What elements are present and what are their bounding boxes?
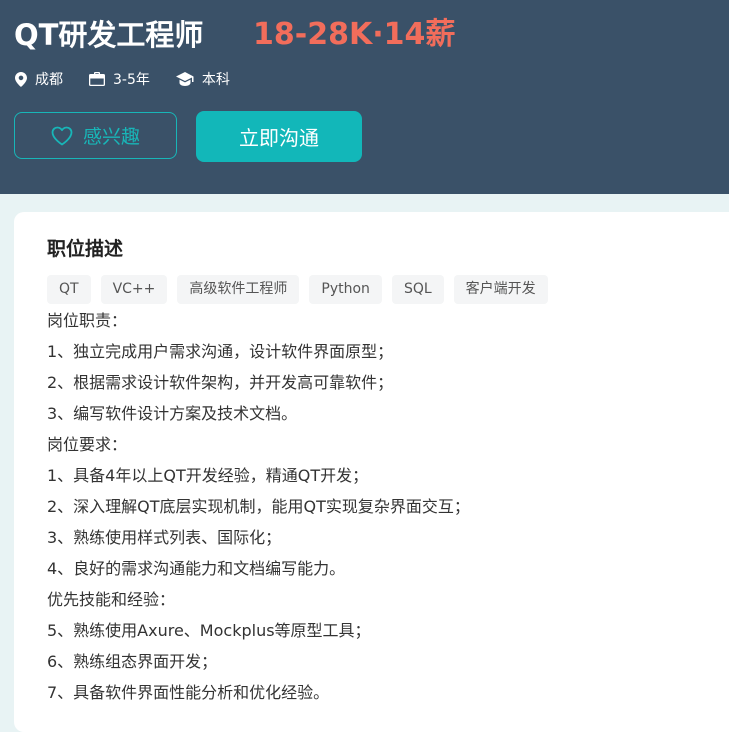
skill-tag: VC++	[100, 275, 168, 304]
heart-outline-icon	[51, 126, 73, 145]
job-meta: 成都 3-5年 本科	[15, 68, 256, 90]
description-line: 7、具备软件界面性能分析和优化经验。	[47, 683, 330, 702]
education-meta: 本科	[175, 69, 230, 89]
description-line: 岗位职责：	[47, 311, 128, 330]
chat-now-button-label: 立即沟通	[239, 126, 319, 150]
skill-tag: 客户端开发	[453, 275, 548, 304]
description-line: 6、熟练组态界面开发；	[47, 652, 218, 671]
description-line: 1、独立完成用户需求沟通，设计软件界面原型；	[47, 342, 394, 361]
interest-button[interactable]: 感兴趣	[14, 112, 177, 159]
education-text: 本科	[201, 72, 230, 88]
interest-button-label: 感兴趣	[82, 126, 140, 148]
location-meta: 成都	[15, 69, 63, 89]
job-title: QT研发工程师	[14, 18, 204, 52]
skill-tag: Python	[309, 275, 382, 304]
experience-text: 3-5年	[113, 72, 150, 88]
description-line: 3、熟练使用样式列表、国际化；	[47, 528, 282, 547]
skill-tag: 高级软件工程师	[177, 275, 300, 304]
description-line: 岗位要求：	[47, 435, 128, 454]
skill-tag: SQL	[391, 275, 444, 304]
description-line: 5、熟练使用Axure、Mockplus等原型工具；	[47, 621, 371, 640]
description-body: 岗位职责： 1、独立完成用户需求沟通，设计软件界面原型； 2、根据需求设计软件架…	[47, 309, 707, 712]
description-line: 优先技能和经验：	[47, 590, 176, 609]
job-header: QT研发工程师 18-28K·14薪 成都 3-5年 本科 感兴趣 立即沟通	[0, 0, 729, 194]
description-line: 1、具备4年以上QT开发经验，精通QT开发；	[47, 466, 369, 485]
description-line: 3、编写软件设计方案及技术文档。	[47, 404, 298, 423]
location-pin-icon	[15, 71, 27, 87]
description-line: 2、根据需求设计软件架构，并开发高可靠软件；	[47, 373, 394, 392]
job-salary: 18-28K·14薪	[253, 17, 456, 52]
graduation-cap-icon	[175, 72, 194, 86]
experience-meta: 3-5年	[89, 69, 150, 89]
description-heading: 职位描述	[47, 238, 124, 260]
description-line: 4、良好的需求沟通能力和文档编写能力。	[47, 559, 346, 578]
skill-tags: QT VC++ 高级软件工程师 Python SQL 客户端开发	[47, 275, 558, 304]
description-line: 2、深入理解QT底层实现机制，能用QT实现复杂界面交互；	[47, 497, 470, 516]
skill-tag: QT	[47, 275, 91, 304]
briefcase-icon	[89, 72, 105, 86]
chat-now-button[interactable]: 立即沟通	[196, 111, 362, 162]
location-text: 成都	[35, 72, 63, 88]
job-description-card: 职位描述 QT VC++ 高级软件工程师 Python SQL 客户端开发 岗位…	[14, 212, 729, 732]
